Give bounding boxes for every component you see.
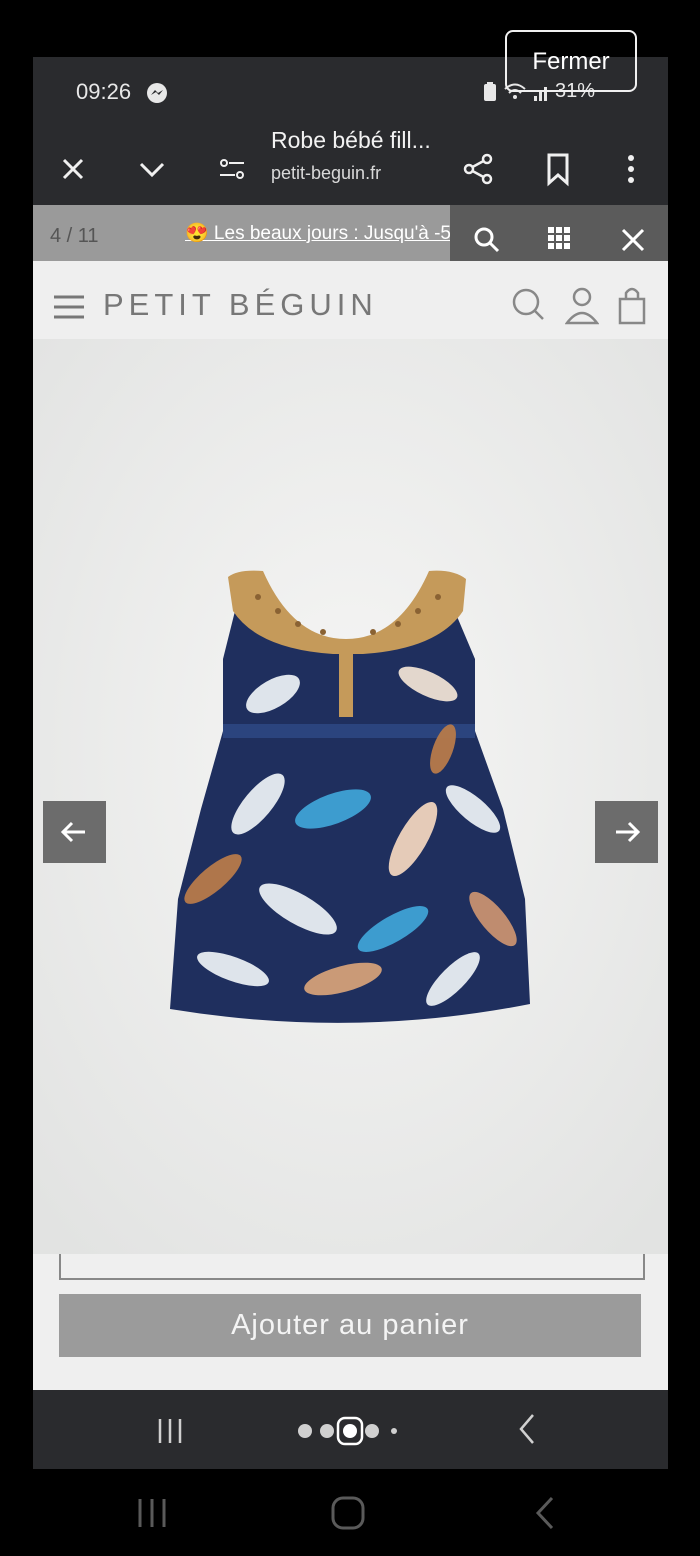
close-tab-icon[interactable] [55,151,91,187]
share-icon[interactable] [461,151,497,187]
next-image-button[interactable] [595,801,658,863]
prev-image-button[interactable] [43,801,106,863]
zoom-icon[interactable] [472,225,502,255]
size-select[interactable] [59,1254,645,1280]
page-url[interactable]: petit-beguin.fr [271,163,381,184]
page-title: Robe bébé fill... [271,127,431,153]
status-time: 09:26 [76,79,132,104]
site-logo[interactable]: PETIT BÉGUIN [103,287,378,323]
cart-icon[interactable] [617,285,647,325]
dress-image [33,339,668,1254]
page-dots-indicator[interactable] [295,1414,405,1448]
chevron-down-icon[interactable] [134,151,170,187]
menu-icon[interactable] [52,293,86,321]
messenger-icon [147,83,167,103]
add-to-cart-button[interactable]: Ajouter au panier [59,1294,641,1357]
image-counter: 4 / 11 [50,225,99,247]
arrow-right-icon [616,821,641,843]
more-options-icon[interactable] [613,151,649,187]
site-settings-icon[interactable] [214,151,250,187]
bookmark-icon[interactable] [540,151,576,187]
home-icon[interactable] [328,1493,368,1533]
battery-saver-icon [484,81,496,101]
arrow-left-icon [60,821,85,843]
close-overlay-button[interactable]: Fermer [505,30,637,92]
search-icon[interactable] [511,287,547,323]
recent-tabs-icon[interactable] [155,1416,185,1446]
system-nav-bar [0,1469,700,1556]
product-image[interactable] [33,339,668,1254]
web-content: 4 / 11 😍 Les beaux jours : Jusqu'à -50% … [33,205,668,1390]
purchase-area: Ajouter au panier [33,1254,668,1390]
recent-apps-icon[interactable] [134,1495,170,1531]
browser-bottom-nav [33,1390,668,1469]
close-gallery-icon[interactable] [618,225,648,255]
grid-icon[interactable] [546,225,572,251]
account-icon[interactable] [565,285,599,325]
browser-frame: 09:26 31% Robe bébé fill... petit-beguin… [33,57,668,1469]
system-back-icon[interactable] [530,1495,560,1531]
site-header: PETIT BÉGUIN [33,261,668,339]
back-icon[interactable] [513,1412,543,1446]
